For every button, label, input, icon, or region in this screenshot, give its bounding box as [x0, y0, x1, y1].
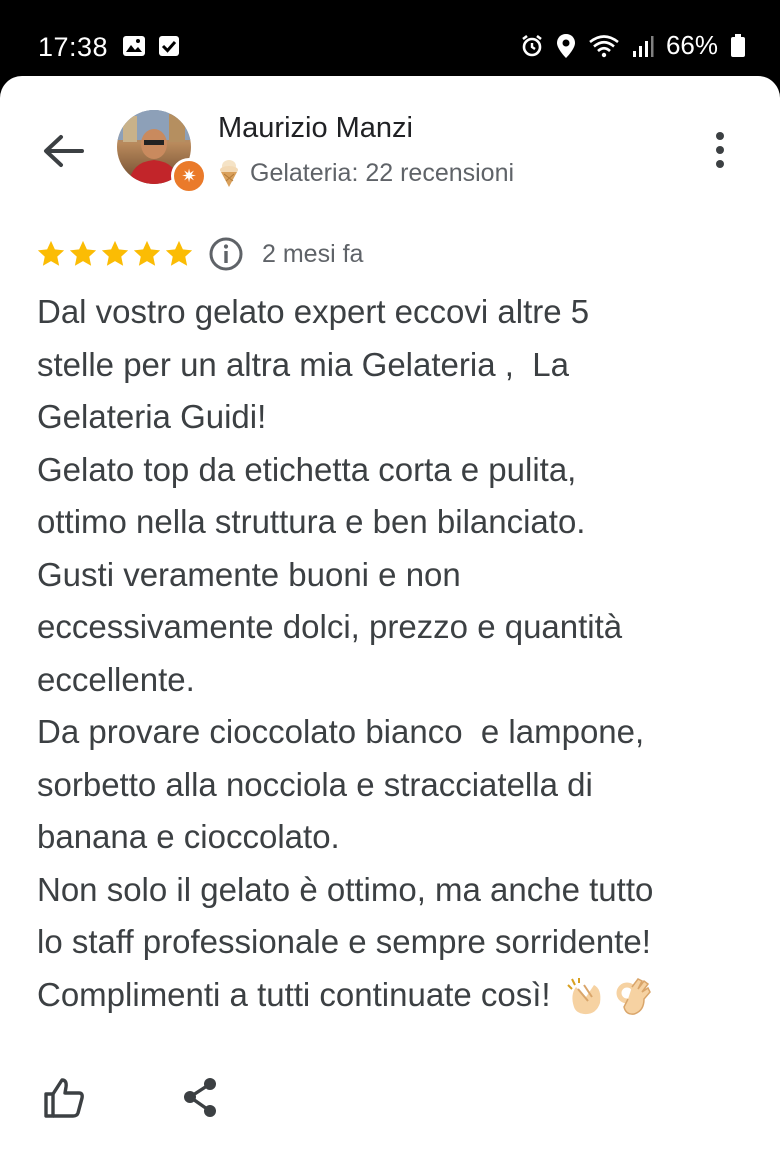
share-icon[interactable] — [176, 1074, 224, 1122]
reviewer-subtitle-text: Gelateria: 22 recensioni — [250, 158, 515, 187]
image-icon — [123, 36, 145, 56]
battery-percentage: 66% — [665, 30, 718, 60]
info-icon[interactable] — [208, 236, 244, 272]
arrow-back-icon[interactable] — [38, 126, 88, 176]
star-icon — [69, 240, 97, 266]
wifi-icon — [589, 34, 619, 57]
reviewer-subtitle: Gelateria: 22 recensioni — [218, 158, 514, 188]
status-bar: 17:38 66% — [0, 0, 780, 82]
star-icon — [165, 240, 193, 266]
thumbs-up-icon[interactable] — [40, 1074, 88, 1122]
star-icon — [37, 240, 65, 266]
review-text: Dal vostro gelato expert eccovi altre 5 … — [37, 286, 757, 1021]
review-actions — [40, 1074, 224, 1122]
signal-icon — [632, 35, 654, 57]
status-right: 66% — [520, 30, 746, 61]
location-icon — [556, 33, 575, 58]
star-rating — [36, 239, 194, 269]
star-icon — [101, 240, 129, 266]
battery-icon — [731, 33, 745, 57]
status-time: 17:38 — [38, 32, 109, 62]
clapping-hands-icon — [567, 977, 601, 1014]
ice-cream-icon — [220, 160, 238, 187]
rating-row: 2 mesi fa — [36, 236, 363, 272]
checkbox-icon — [159, 36, 179, 56]
review-body: Dal vostro gelato expert eccovi altre 5 … — [37, 293, 654, 1013]
review-sheet: ✷ Maurizio Manzi Gelateria: 22 recension… — [0, 76, 780, 1160]
alarm-icon — [522, 34, 542, 56]
review-time-ago: 2 mesi fa — [262, 239, 364, 268]
reviewer-name[interactable]: Maurizio Manzi — [218, 112, 413, 145]
local-guide-star-icon: ✷ — [171, 158, 207, 194]
star-icon — [133, 240, 161, 266]
reviewer-avatar-container[interactable]: ✷ — [117, 110, 207, 200]
ok-hand-icon — [616, 977, 651, 1015]
more-vert-icon[interactable] — [708, 130, 732, 170]
